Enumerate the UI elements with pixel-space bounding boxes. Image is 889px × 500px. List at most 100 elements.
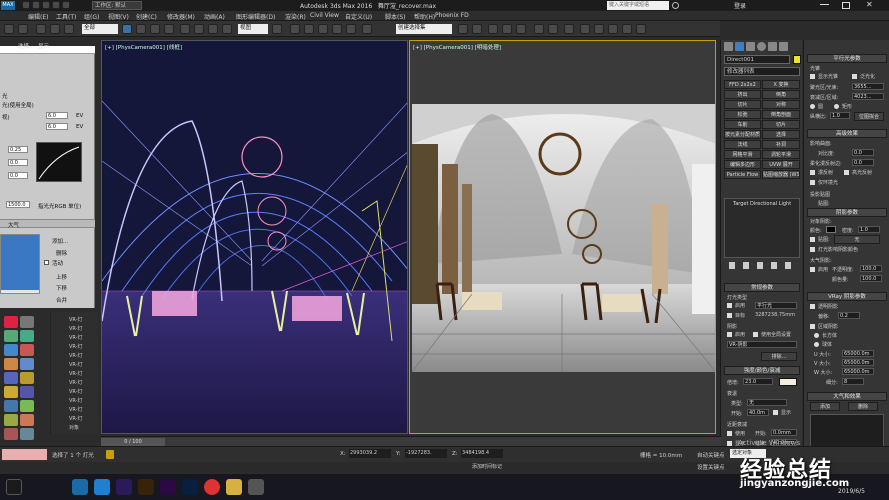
modifier-button[interactable]: 切片 bbox=[724, 100, 761, 109]
move-icon[interactable] bbox=[180, 24, 190, 34]
time-slider[interactable]: 0 / 100 bbox=[101, 438, 165, 446]
object-name-field[interactable]: Direct001 bbox=[724, 55, 790, 64]
bias-field[interactable]: 0.2 bbox=[838, 312, 860, 319]
atmosphere-enable-checkbox[interactable] bbox=[810, 267, 815, 272]
falloff-field[interactable]: 4023... bbox=[852, 93, 884, 100]
named-selection-dropdown[interactable]: 创建选择集 bbox=[396, 24, 452, 34]
decay-start-field[interactable]: 40.0m bbox=[747, 409, 769, 416]
list-item[interactable]: VR-灯 bbox=[69, 343, 83, 350]
target-checkbox[interactable] bbox=[727, 313, 732, 318]
render-production-icon[interactable] bbox=[608, 24, 618, 34]
new-file-icon[interactable] bbox=[22, 1, 30, 9]
exposure-value-field-2[interactable]: 6.0 bbox=[46, 123, 68, 130]
select-manipulate-icon[interactable] bbox=[222, 24, 232, 34]
scene-icon-13[interactable] bbox=[20, 358, 34, 370]
undo-title-icon[interactable] bbox=[52, 1, 60, 9]
list-item[interactable]: VR-灯 bbox=[69, 316, 83, 323]
start-button-icon[interactable] bbox=[6, 479, 22, 495]
spinner-snap-icon[interactable] bbox=[346, 24, 356, 34]
menu-item-tools[interactable]: 工具(T) bbox=[56, 12, 76, 21]
light-enabled-checkbox[interactable] bbox=[727, 303, 732, 308]
area-shadow-checkbox[interactable] bbox=[810, 324, 815, 329]
window-crossing-icon[interactable] bbox=[164, 24, 174, 34]
highlight-field[interactable]: 0.25 bbox=[8, 146, 28, 153]
scale-icon[interactable] bbox=[208, 24, 218, 34]
x-coordinate[interactable]: 2993039.2 bbox=[349, 449, 391, 458]
rendered-frame-window-icon[interactable] bbox=[594, 24, 604, 34]
decay-type-dropdown[interactable]: 无 bbox=[747, 399, 787, 406]
scene-icon-12[interactable] bbox=[20, 344, 34, 356]
tab-display[interactable]: 显示 bbox=[38, 42, 49, 50]
pin-stack-icon[interactable] bbox=[729, 262, 735, 269]
schematic-view-icon[interactable] bbox=[548, 24, 558, 34]
scene-icon-5[interactable] bbox=[4, 372, 18, 384]
create-tab-icon[interactable] bbox=[724, 42, 733, 51]
shadow-field[interactable]: 0.0 bbox=[8, 172, 28, 179]
vray-shadow-parameters-header[interactable]: VRay 阴影参数 bbox=[807, 292, 887, 301]
exposure-value-field-1[interactable]: 6.0 bbox=[46, 112, 68, 119]
merge-button[interactable]: 合并 bbox=[56, 296, 67, 304]
modifier-stack[interactable]: Target Directional Light bbox=[724, 198, 800, 258]
menu-item-customize[interactable]: 自定义(U) bbox=[345, 12, 372, 21]
scene-icon-18[interactable] bbox=[20, 428, 34, 440]
exclude-button[interactable]: 排除... bbox=[761, 352, 797, 361]
opacity-field[interactable]: 100.0 bbox=[860, 265, 882, 272]
layer-explorer-icon[interactable] bbox=[502, 24, 512, 34]
menu-item-edit[interactable]: 编辑(E) bbox=[28, 12, 48, 21]
menu-item-rendering[interactable]: 渲染(R) bbox=[285, 12, 306, 21]
active-checkbox[interactable] bbox=[44, 260, 49, 265]
scene-icon-11[interactable] bbox=[20, 330, 34, 342]
shadow-map-button[interactable]: 无 bbox=[834, 235, 880, 244]
scene-icon-8[interactable] bbox=[4, 414, 18, 426]
snaps-toggle-icon[interactable] bbox=[304, 24, 314, 34]
menu-item-civil-view[interactable]: Civil View bbox=[310, 12, 339, 19]
scene-icon-4[interactable] bbox=[4, 358, 18, 370]
light-type-dropdown[interactable]: 平行光 bbox=[755, 302, 797, 309]
modifier-list-dropdown[interactable]: 修改器列表 bbox=[724, 67, 800, 76]
near-use-checkbox[interactable] bbox=[727, 431, 732, 436]
multiplier-field[interactable]: 23.0 bbox=[743, 378, 773, 385]
modifier-button[interactable]: 挤出 bbox=[724, 90, 761, 99]
scene-icon-3[interactable] bbox=[4, 344, 18, 356]
shadow-parameters-header[interactable]: 阴影参数 bbox=[807, 208, 887, 217]
taskbar-app-photos-icon[interactable] bbox=[248, 479, 264, 495]
near-start-field[interactable]: 0.0mm bbox=[771, 429, 797, 436]
modifier-button[interactable]: 法线 bbox=[724, 140, 761, 149]
add-effect-button[interactable]: 添加... bbox=[52, 237, 68, 245]
workspace-selector[interactable]: 工作区: 默认 bbox=[92, 1, 142, 10]
modifier-button[interactable]: X 变换 bbox=[762, 80, 800, 89]
bind-space-warp-icon[interactable] bbox=[64, 24, 74, 34]
taskbar-app-max-icon[interactable] bbox=[72, 479, 88, 495]
list-item[interactable]: VR-灯 bbox=[69, 334, 83, 341]
undo-icon[interactable] bbox=[4, 24, 14, 34]
edit-named-selection-icon[interactable] bbox=[362, 24, 372, 34]
auto-key-button[interactable]: 自动关键点 bbox=[697, 451, 725, 459]
decay-show-checkbox[interactable] bbox=[773, 410, 778, 415]
motion-tab-icon[interactable] bbox=[757, 42, 766, 51]
atmospheres-effects-header[interactable]: 大气和效果 bbox=[807, 392, 887, 401]
keyboard-shortcut-icon[interactable] bbox=[290, 24, 300, 34]
hierarchy-tab-icon[interactable] bbox=[746, 42, 755, 51]
modifier-button[interactable]: 编辑多边形 bbox=[724, 160, 761, 169]
menu-item-modifiers[interactable]: 修改器(M) bbox=[167, 12, 195, 21]
menu-item-help[interactable]: 帮助(H) bbox=[414, 12, 435, 21]
bitmap-fit-button[interactable]: 位图拟合 bbox=[854, 112, 884, 121]
taskbar-app-chrome-icon[interactable] bbox=[204, 479, 220, 495]
menu-item-animation[interactable]: 动画(A) bbox=[204, 12, 225, 21]
scene-icon-17[interactable] bbox=[20, 414, 34, 426]
vray-render-icon[interactable] bbox=[622, 24, 632, 34]
set-key-button[interactable]: 设置关键点 bbox=[697, 463, 725, 471]
directional-parameters-header[interactable]: 平行光参数 bbox=[807, 54, 887, 63]
rectangle-selection-icon[interactable] bbox=[150, 24, 160, 34]
y-coordinate[interactable]: -1927283. bbox=[405, 449, 447, 458]
selection-filter-dropdown[interactable]: 全部 bbox=[82, 24, 118, 34]
utilities-tab-icon[interactable] bbox=[779, 42, 788, 51]
mirror-icon[interactable] bbox=[458, 24, 468, 34]
intensity-color-header[interactable]: 强度/颜色/衰减 bbox=[724, 366, 800, 375]
reference-coordinate-dropdown[interactable]: 视图 bbox=[238, 24, 268, 34]
modifier-button[interactable]: 选择 bbox=[762, 130, 800, 139]
modifier-button[interactable]: 切片 bbox=[762, 120, 800, 129]
menu-item-phoenix[interactable]: Phoenix FD bbox=[435, 12, 469, 19]
search-icon[interactable] bbox=[672, 2, 679, 9]
maximize-button[interactable] bbox=[842, 2, 850, 9]
